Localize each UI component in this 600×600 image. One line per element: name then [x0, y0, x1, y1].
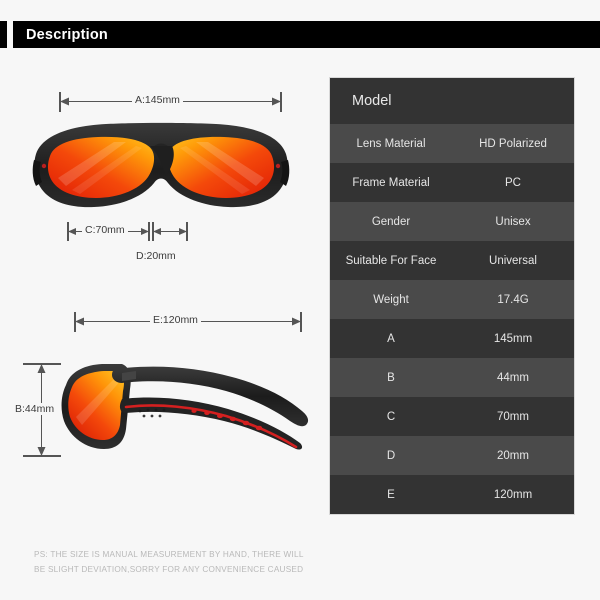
specification-table: Model Lens Material HD Polarized Frame M…	[329, 77, 575, 515]
spec-label: C	[386, 410, 396, 423]
sunglasses-front-view	[32, 122, 290, 208]
measurement-a-label: A:145mm	[132, 94, 183, 106]
spec-table-title: Model	[352, 93, 392, 109]
measurement-e-arrow-left	[75, 317, 84, 326]
sunglasses-side-view	[61, 364, 309, 450]
header-accent-bar	[0, 21, 7, 48]
spec-value: 17.4G	[497, 293, 529, 306]
spec-value: PC	[505, 176, 521, 189]
spec-label: Suitable For Face	[345, 254, 437, 267]
header-bar: Description	[13, 21, 600, 48]
spec-value: 70mm	[497, 410, 529, 423]
table-row: Lens Material HD Polarized	[330, 124, 574, 163]
spec-value: Unisex	[495, 215, 531, 228]
table-row: B 44mm	[330, 358, 574, 397]
table-row: Weight 17.4G	[330, 280, 574, 319]
spec-label: Gender	[371, 215, 411, 228]
spec-table-header: Model	[330, 78, 574, 124]
measurement-c-label: C:70mm	[82, 224, 128, 236]
table-row: Frame Material PC	[330, 163, 574, 202]
measurement-disclaimer: PS: THE SIZE IS MANUAL MEASUREMENT BY HA…	[34, 547, 304, 577]
measurement-d-arrow-right	[179, 228, 187, 235]
disclaimer-line-1: PS: THE SIZE IS MANUAL MEASUREMENT BY HA…	[34, 550, 304, 559]
disclaimer-line-2: BE SLIGHT DEVIATION,SORRY FOR ANY CONVEN…	[34, 565, 304, 574]
spec-label: Lens Material	[356, 137, 426, 150]
spec-label: B	[387, 371, 395, 384]
spec-value: 145mm	[493, 332, 533, 345]
page-title: Description	[26, 26, 108, 43]
measurement-c-arrow-right	[141, 228, 149, 235]
table-row: E 120mm	[330, 475, 574, 514]
description-header: Description	[0, 21, 600, 48]
spec-label: A	[387, 332, 395, 345]
table-row: Gender Unisex	[330, 202, 574, 241]
spec-value: 44mm	[497, 371, 529, 384]
spec-value: 120mm	[493, 488, 533, 501]
measurement-e-label: E:120mm	[150, 314, 201, 326]
product-diagram-panel: A:145mm C:70mm D:20mm E:120mm B:44mm PS:…	[0, 60, 318, 574]
spec-value: 20mm	[497, 449, 529, 462]
measurement-a-arrow-right	[272, 97, 281, 106]
table-row: D 20mm	[330, 436, 574, 475]
measurement-d-label: D:20mm	[133, 250, 179, 262]
table-row: Suitable For Face Universal	[330, 241, 574, 280]
table-row: A 145mm	[330, 319, 574, 358]
measurement-c-arrow-left	[68, 228, 76, 235]
spec-value: HD Polarized	[479, 137, 547, 150]
measurement-e-arrow-right	[292, 317, 301, 326]
measurement-d-arrow-left	[153, 228, 161, 235]
spec-label: Frame Material	[352, 176, 430, 189]
measurement-a-arrow-left	[60, 97, 69, 106]
spec-value: Universal	[489, 254, 537, 267]
table-row: C 70mm	[330, 397, 574, 436]
spec-label: Weight	[373, 293, 409, 306]
spec-label: E	[387, 488, 395, 501]
spec-label: D	[386, 449, 396, 462]
